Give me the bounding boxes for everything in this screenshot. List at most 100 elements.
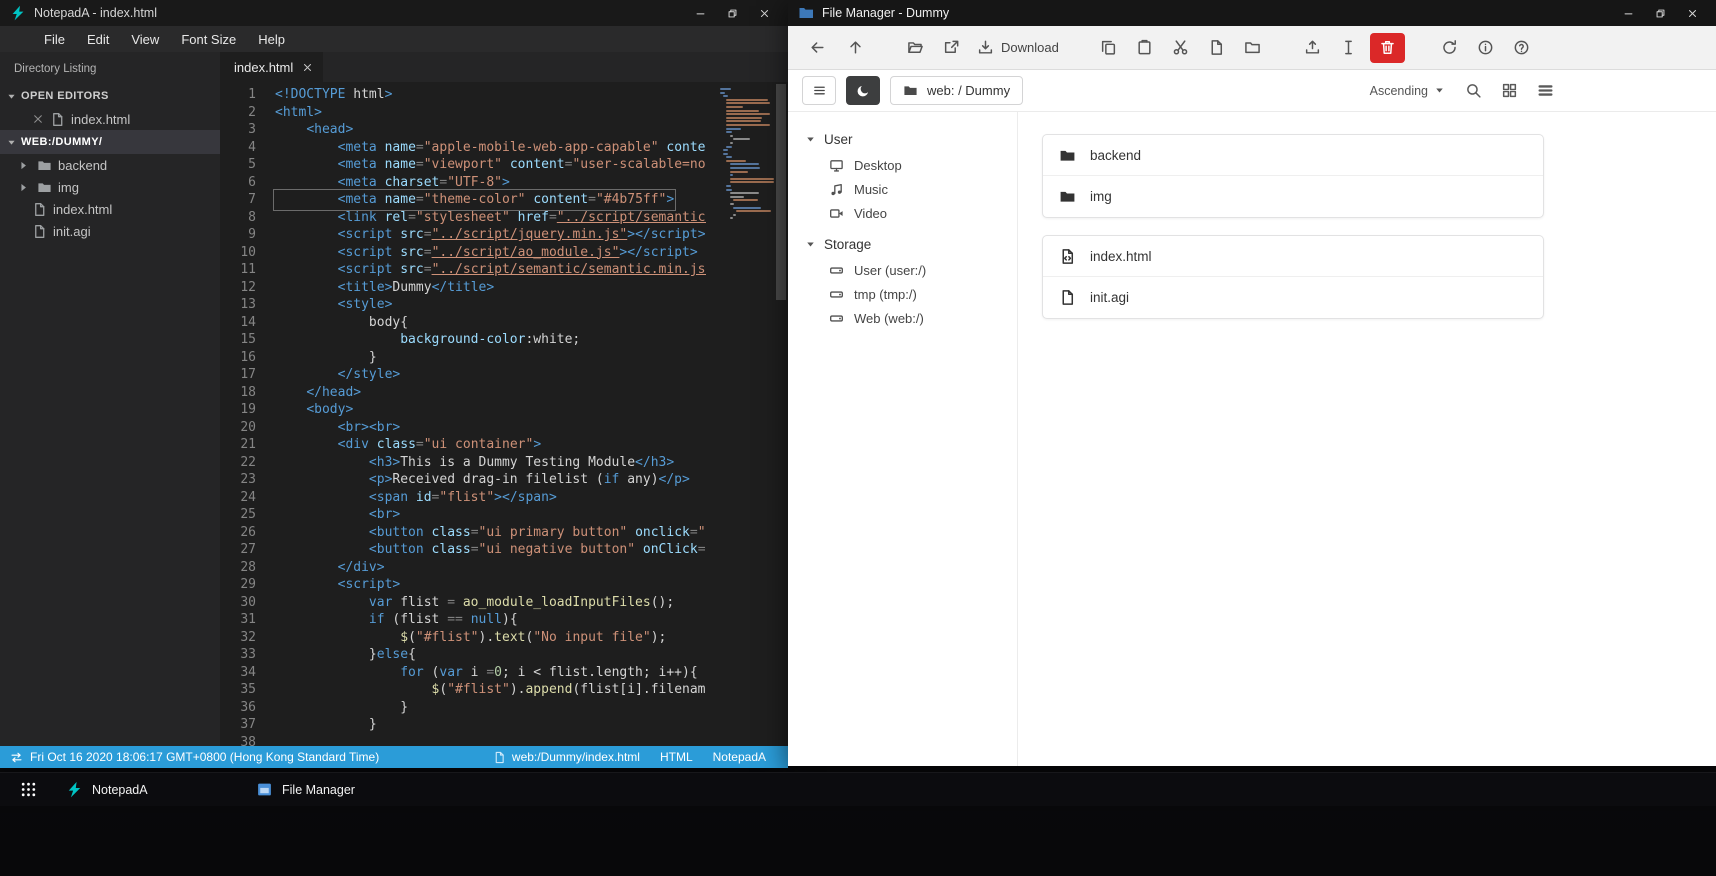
code-line[interactable]: 14 body{ bbox=[220, 314, 706, 332]
workspace-section[interactable]: WEB:/DUMMY/ bbox=[0, 130, 220, 154]
list-view-button[interactable] bbox=[1537, 82, 1554, 99]
filemanager-titlebar[interactable]: File Manager - Dummy bbox=[788, 0, 1716, 26]
taskbar-file-manager[interactable]: File Manager bbox=[244, 773, 434, 807]
code-line[interactable]: 13 <style> bbox=[220, 296, 706, 314]
tree-item-index-html[interactable]: index.html bbox=[0, 198, 220, 220]
code-line[interactable]: 24 <span id="flist"></span> bbox=[220, 489, 706, 507]
breadcrumb[interactable]: web: / Dummy bbox=[890, 76, 1024, 105]
arrow-left-button[interactable] bbox=[802, 33, 832, 63]
close-button[interactable] bbox=[748, 2, 780, 24]
code-line[interactable]: 16 } bbox=[220, 349, 706, 367]
code-line[interactable]: 31 if (flist == null){ bbox=[220, 611, 706, 629]
menu-font-size[interactable]: Font Size bbox=[171, 29, 246, 50]
new-file-button[interactable] bbox=[1202, 33, 1232, 63]
code-line[interactable]: 25 <br> bbox=[220, 506, 706, 524]
code-line[interactable]: 30 var flist = ao_module_loadInputFiles(… bbox=[220, 594, 706, 612]
code-line[interactable]: 11 <script src="../script/semantic/seman… bbox=[220, 261, 706, 279]
code-line[interactable]: 34 for (var i =0; i < flist.length; i++)… bbox=[220, 664, 706, 682]
external-link-button[interactable] bbox=[936, 33, 966, 63]
code-line[interactable]: 27 <button class="ui negative button" on… bbox=[220, 541, 706, 559]
notepada-titlebar[interactable]: NotepadA - index.html bbox=[0, 0, 788, 26]
menu-edit[interactable]: Edit bbox=[77, 29, 119, 50]
sidebar-item-tmp[interactable]: tmp (tmp:/) bbox=[804, 282, 1017, 306]
maximize-button[interactable] bbox=[1644, 2, 1676, 24]
theme-toggle-button[interactable] bbox=[846, 76, 880, 105]
code-line[interactable]: 17 </style> bbox=[220, 366, 706, 384]
code-line[interactable]: 1 <!DOCTYPE html> bbox=[220, 86, 706, 104]
code-line[interactable]: 20 <br><br> bbox=[220, 419, 706, 437]
rename-button[interactable] bbox=[1334, 33, 1364, 63]
copy-button[interactable] bbox=[1094, 33, 1124, 63]
sort-dropdown[interactable]: Ascending bbox=[1370, 84, 1446, 98]
code-line[interactable]: 3 <head> bbox=[220, 121, 706, 139]
file-row-img[interactable]: img bbox=[1043, 176, 1543, 217]
code-line[interactable]: 6 <meta charset="UTF-8"> bbox=[220, 174, 706, 192]
folder-open-button[interactable] bbox=[900, 33, 930, 63]
taskbar-apps-button[interactable] bbox=[8, 773, 54, 807]
editor-scrollbar[interactable] bbox=[774, 82, 788, 746]
status-language[interactable]: HTML bbox=[660, 750, 693, 764]
code-line[interactable]: 23 <p>Received drag-in filelist (if any)… bbox=[220, 471, 706, 489]
tab-close-icon[interactable] bbox=[302, 62, 313, 73]
minimize-button[interactable] bbox=[1612, 2, 1644, 24]
grid-view-button[interactable] bbox=[1501, 82, 1518, 99]
code-line[interactable]: 7 <meta name="theme-color" content="#4b7… bbox=[220, 189, 706, 211]
refresh-button[interactable] bbox=[1435, 33, 1465, 63]
tree-item-img[interactable]: img bbox=[0, 176, 220, 198]
minimize-button[interactable] bbox=[684, 2, 716, 24]
menu-help[interactable]: Help bbox=[248, 29, 295, 50]
open-editors-section[interactable]: OPEN EDITORS bbox=[0, 84, 220, 108]
close-button[interactable] bbox=[1676, 2, 1708, 24]
file-row-backend[interactable]: backend bbox=[1043, 135, 1543, 176]
minimap[interactable] bbox=[720, 88, 774, 225]
scrollbar-thumb[interactable] bbox=[776, 84, 786, 300]
file-row-index-html[interactable]: index.html bbox=[1043, 236, 1543, 277]
code-line[interactable]: 36 } bbox=[220, 699, 706, 717]
help-button[interactable] bbox=[1507, 33, 1537, 63]
restore-button[interactable] bbox=[716, 2, 748, 24]
code-line[interactable]: 29 <script> bbox=[220, 576, 706, 594]
code-line[interactable]: 15 background-color:white; bbox=[220, 331, 706, 349]
sync-icon[interactable] bbox=[10, 751, 23, 764]
tree-item-backend[interactable]: backend bbox=[0, 154, 220, 176]
code-line[interactable]: 5 <meta name="viewport" content="user-sc… bbox=[220, 156, 706, 174]
search-button[interactable] bbox=[1465, 82, 1482, 99]
code-line[interactable]: 12 <title>Dummy</title> bbox=[220, 279, 706, 297]
trash-button[interactable] bbox=[1369, 32, 1405, 63]
sidebar-item-web[interactable]: Web (web:/) bbox=[804, 306, 1017, 330]
sidebar-item-desktop[interactable]: Desktop bbox=[804, 153, 1017, 177]
code-line[interactable]: 18 </head> bbox=[220, 384, 706, 402]
info-button[interactable] bbox=[1471, 33, 1501, 63]
menu-view[interactable]: View bbox=[121, 29, 169, 50]
cut-button[interactable] bbox=[1166, 33, 1196, 63]
code-line[interactable]: 10 <script src="../script/ao_module.js">… bbox=[220, 244, 706, 262]
code-line[interactable]: 28 </div> bbox=[220, 559, 706, 577]
arrow-up-button[interactable] bbox=[840, 33, 870, 63]
code-line[interactable]: 21 <div class="ui container"> bbox=[220, 436, 706, 454]
taskbar-notepada[interactable]: NotepadA bbox=[54, 773, 244, 807]
code-line[interactable]: 9 <script src="../script/jquery.min.js">… bbox=[220, 226, 706, 244]
code-editor[interactable]: 1 <!DOCTYPE html> 2 <html> 3 <head> 4 <meta n… bbox=[220, 86, 706, 746]
tab-index-html[interactable]: index.html bbox=[220, 52, 324, 82]
menu-button[interactable] bbox=[802, 76, 836, 105]
code-line[interactable]: 4 <meta name="apple-mobile-web-app-capab… bbox=[220, 139, 706, 157]
menu-file[interactable]: File bbox=[34, 29, 75, 50]
code-line[interactable]: 26 <button class="ui primary button" onc… bbox=[220, 524, 706, 542]
download-button[interactable]: Download bbox=[972, 33, 1064, 63]
code-line[interactable]: 38 bbox=[220, 734, 706, 747]
status-file-path[interactable]: web:/Dummy/index.html bbox=[493, 750, 640, 764]
tree-item-init-agi[interactable]: init.agi bbox=[0, 220, 220, 242]
sidebar-item-video[interactable]: Video bbox=[804, 201, 1017, 225]
sidebar-item-music[interactable]: Music bbox=[804, 177, 1017, 201]
code-line[interactable]: 32 $("#flist").text("No input file"); bbox=[220, 629, 706, 647]
status-app-name[interactable]: NotepadA bbox=[713, 750, 766, 764]
code-line[interactable]: 8 <link rel="stylesheet" href="../script… bbox=[220, 209, 706, 227]
code-line[interactable]: 2 <html> bbox=[220, 104, 706, 122]
sidebar-item-user[interactable]: User (user:/) bbox=[804, 258, 1017, 282]
code-line[interactable]: 35 $("#flist").append(flist[i].filename … bbox=[220, 681, 706, 699]
upload-button[interactable] bbox=[1298, 33, 1328, 63]
paste-button[interactable] bbox=[1130, 33, 1160, 63]
sidebar-section-user[interactable]: User bbox=[804, 126, 1017, 153]
code-line[interactable]: 37 } bbox=[220, 716, 706, 734]
open-editor-item[interactable]: index.html bbox=[0, 108, 220, 130]
